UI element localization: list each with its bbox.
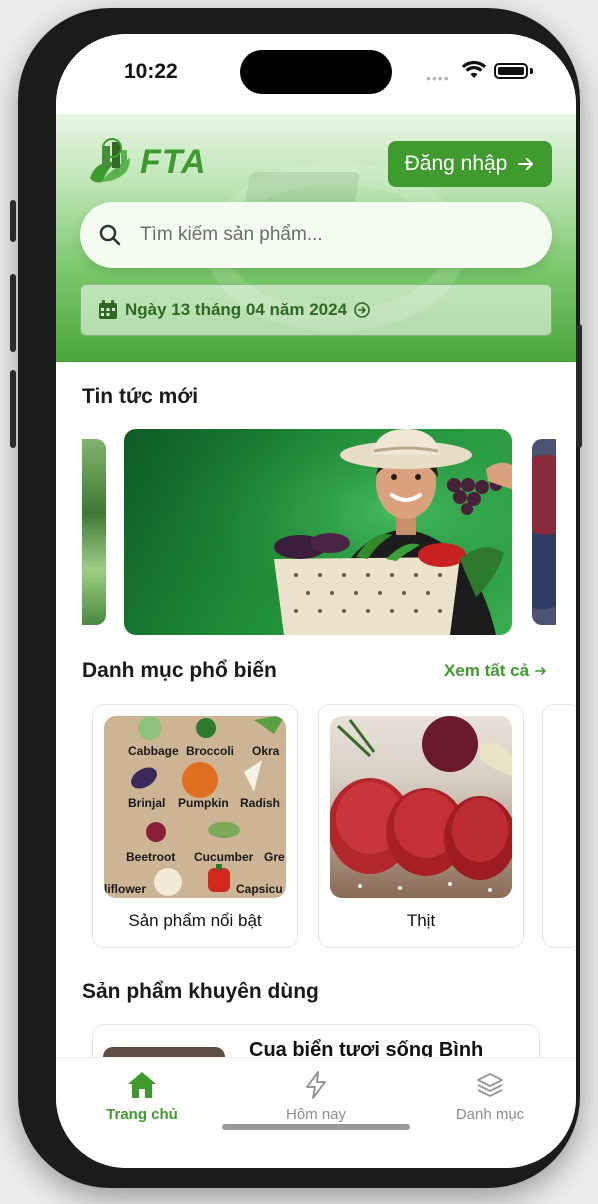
meat-illustration bbox=[330, 716, 512, 892]
lightning-icon bbox=[306, 1071, 326, 1099]
news-card-current[interactable] bbox=[124, 429, 512, 635]
nav-label: Trang chủ bbox=[106, 1106, 178, 1123]
arrow-right-icon bbox=[535, 667, 546, 675]
veg-word: Gre bbox=[264, 850, 285, 864]
layers-icon bbox=[477, 1073, 503, 1097]
signal-icon: •••• bbox=[426, 70, 450, 86]
category-card-meat[interactable]: Thịt bbox=[318, 704, 524, 948]
veg-word: Beetroot bbox=[126, 850, 176, 864]
wifi-icon bbox=[461, 60, 487, 78]
brand-name: FTA bbox=[140, 142, 207, 181]
login-button-label: Đăng nhập bbox=[404, 152, 508, 175]
login-button[interactable]: Đăng nhập bbox=[388, 141, 552, 187]
veg-word: Cabbage bbox=[128, 744, 179, 758]
mute-switch bbox=[10, 200, 16, 242]
veg-word: Broccoli bbox=[186, 744, 235, 758]
nav-label: Hôm nay bbox=[285, 1106, 347, 1123]
search-input[interactable] bbox=[140, 224, 480, 246]
battery-icon bbox=[494, 63, 528, 79]
nav-tab-today[interactable]: Hôm nay bbox=[246, 1070, 386, 1123]
see-all-link[interactable]: Xem tất cả bbox=[444, 661, 547, 681]
home-indicator[interactable] bbox=[222, 1124, 410, 1130]
categories-section-title: Danh mục phổ biến bbox=[82, 659, 277, 682]
category-card-next[interactable] bbox=[542, 704, 576, 948]
veg-word: liflower bbox=[104, 882, 147, 896]
veg-word: Okra bbox=[252, 744, 280, 758]
home-icon bbox=[128, 1072, 156, 1098]
category-card-featured[interactable]: Cabbage Broccoli Okra Brinjal Pumpkin Ra… bbox=[92, 704, 298, 948]
battery-cap bbox=[530, 68, 533, 74]
volume-up-button bbox=[10, 274, 16, 352]
app-header: FTA Đăng nhập Tìm kiếm sản phẩm... Ngày … bbox=[56, 114, 576, 362]
volume-down-button bbox=[10, 370, 16, 448]
see-all-label: Xem tất cả bbox=[444, 661, 530, 680]
category-image-meat bbox=[330, 716, 512, 898]
calendar-icon bbox=[99, 300, 117, 319]
news-carousel[interactable] bbox=[56, 429, 576, 637]
status-time: 10:22 bbox=[124, 60, 178, 83]
power-button bbox=[576, 324, 582, 448]
veg-word: Brinjal bbox=[128, 796, 166, 810]
news-section-title: Tin tức mới bbox=[82, 385, 199, 408]
veg-word: Radish bbox=[240, 796, 281, 810]
nav-tab-categories[interactable]: Danh mục bbox=[420, 1070, 560, 1123]
category-image-vegetables: Cabbage Broccoli Okra Brinjal Pumpkin Ra… bbox=[104, 716, 286, 898]
category-label: Sản phẩm nổi bật bbox=[128, 911, 262, 930]
arrow-circle-right-icon bbox=[354, 302, 370, 318]
veg-word: Pumpkin bbox=[178, 796, 229, 810]
nav-tab-home[interactable]: Trang chủ bbox=[72, 1070, 212, 1123]
search-icon bbox=[99, 224, 121, 246]
nav-label: Danh mục bbox=[455, 1106, 525, 1123]
news-card-previous[interactable] bbox=[82, 439, 106, 625]
news-card-next[interactable] bbox=[532, 439, 556, 625]
phone-body: 10:22 •••• FTA Đăng nhập Tìm kiếm sản ph… bbox=[10, 8, 582, 1188]
veg-word: Capsicu bbox=[236, 882, 283, 896]
category-label: Thịt bbox=[406, 911, 436, 930]
brand-logo[interactable]: FTA bbox=[86, 138, 207, 186]
dynamic-island bbox=[240, 50, 392, 94]
arrow-right-icon bbox=[518, 158, 534, 170]
recommended-section-title: Sản phẩm khuyên dùng bbox=[82, 980, 319, 1003]
date-text: Ngày 13 tháng 04 năm 2024 bbox=[125, 300, 348, 319]
bottom-navigation: Trang chủ Hôm nay Danh mục bbox=[56, 1057, 576, 1168]
device-frame: 10:22 •••• FTA Đăng nhập Tìm kiếm sản ph… bbox=[0, 0, 598, 1204]
date-bar[interactable]: Ngày 13 tháng 04 năm 2024 bbox=[80, 284, 552, 336]
status-bar: 10:22 •••• bbox=[56, 34, 576, 114]
news-banner-image bbox=[124, 429, 512, 635]
search-bar[interactable] bbox=[80, 202, 552, 268]
veg-word: Cucumber bbox=[194, 850, 254, 864]
leaf-building-logo-icon bbox=[90, 138, 130, 183]
app-screen: 10:22 •••• FTA Đăng nhập Tìm kiếm sản ph… bbox=[56, 34, 576, 1168]
